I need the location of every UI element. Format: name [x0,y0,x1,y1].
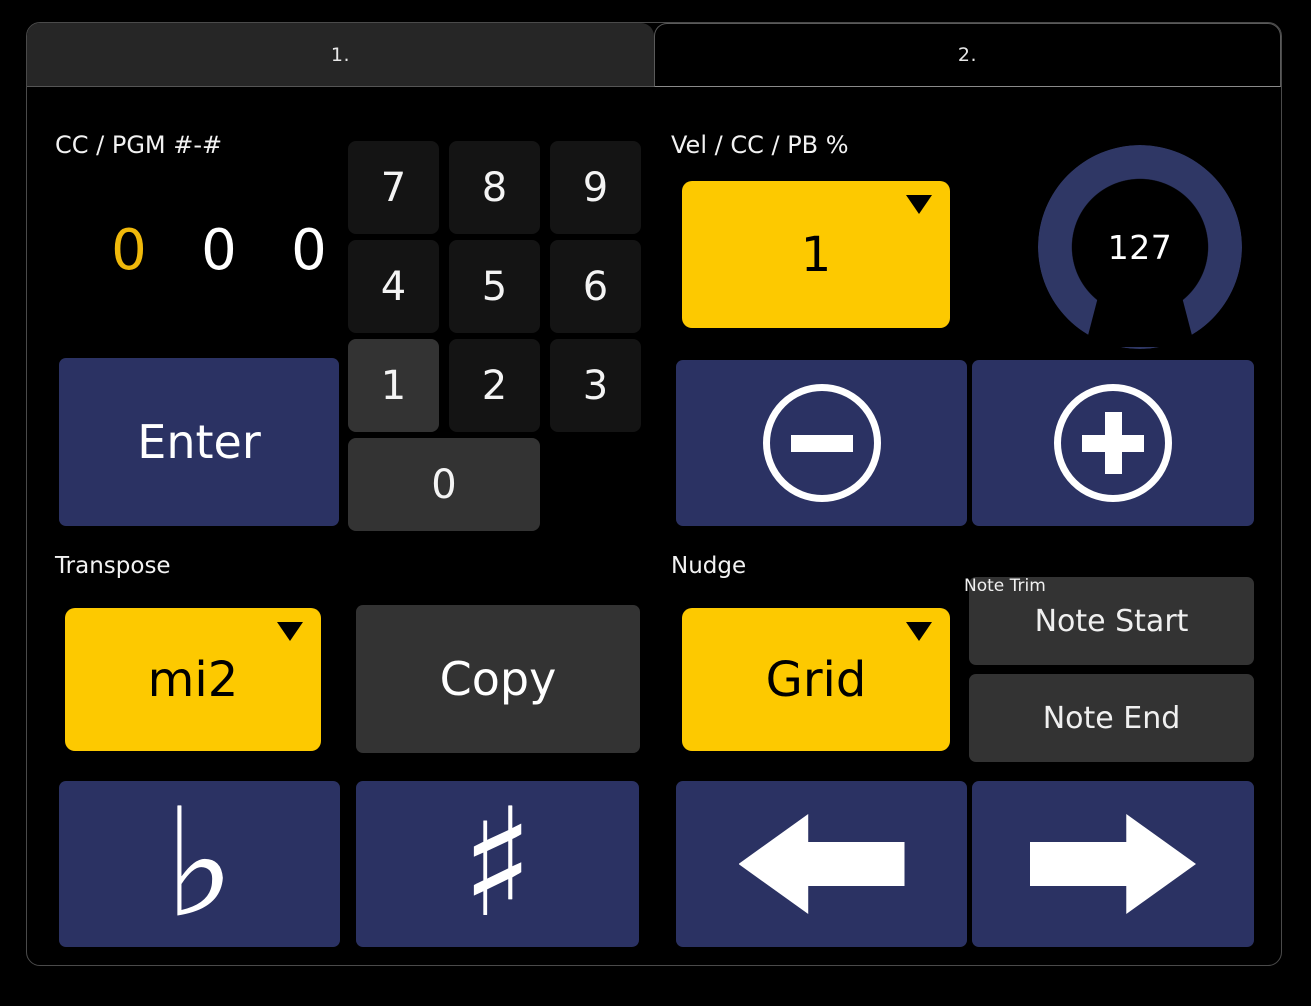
numpad-key-4[interactable]: 4 [348,240,439,333]
numpad-key-5-label: 5 [481,263,508,310]
numpad-key-2-label: 2 [481,362,508,409]
numpad-key-8-label: 8 [481,164,508,211]
decrement-button[interactable] [676,360,967,526]
tab-1[interactable]: 1. [27,23,654,87]
cc-pgm-digit-3[interactable]: 0 [279,218,339,283]
note-end-button[interactable]: Note End [969,674,1254,762]
nudge-resolution-dropdown[interactable]: Grid [682,608,950,751]
sharp-icon: ♯ [461,777,534,951]
numpad-key-6[interactable]: 6 [550,240,641,333]
numpad-key-7[interactable]: 7 [348,141,439,234]
numpad-key-7-label: 7 [380,164,407,211]
transpose-interval-dropdown[interactable]: mi2 [65,608,321,751]
chevron-down-icon [277,622,303,641]
panel-content: CC / PGM #-# 0 0 0 7 8 9 4 5 6 1 2 3 0 E… [27,87,1281,967]
numpad-key-1[interactable]: 1 [348,339,439,432]
copy-button-label: Copy [439,652,557,706]
midi-editor-panel: 1. 2. CC / PGM #-# 0 0 0 7 8 9 4 5 6 1 2… [26,22,1282,966]
note-start-button-label: Note Start [1034,603,1189,639]
tab-2-label: 2. [957,44,978,66]
enter-button-label: Enter [137,415,261,469]
cc-pgm-section-label: CC / PGM #-# [55,131,223,159]
copy-button[interactable]: Copy [356,605,640,753]
arrow-left-icon [738,814,905,914]
enter-button[interactable]: Enter [59,358,339,526]
vel-cc-pb-target-dropdown[interactable]: 1 [682,181,950,328]
chevron-down-icon [906,622,932,641]
numpad-key-1-label: 1 [380,362,407,409]
minus-circle-icon [762,384,881,502]
numpad-key-6-label: 6 [582,263,609,310]
vel-cc-pb-section-label: Vel / CC / PB % [671,131,849,159]
note-end-button-label: Note End [1042,700,1181,736]
increment-button[interactable] [972,360,1254,526]
vel-cc-pb-knob[interactable]: 127 [1038,145,1242,349]
numpad-key-2[interactable]: 2 [449,339,540,432]
chevron-down-icon [906,195,932,214]
tab-2[interactable]: 2. [654,23,1281,87]
numpad-key-0-label: 0 [431,461,457,508]
note-trim-section-label: Note Trim [964,576,1046,596]
flat-icon: ♭ [164,777,235,951]
numpad-key-9[interactable]: 9 [550,141,641,234]
knob-value: 127 [1107,227,1173,267]
nudge-resolution-value: Grid [765,651,867,708]
numpad-key-4-label: 4 [380,263,407,310]
numpad-key-0[interactable]: 0 [348,438,540,531]
transpose-flat-button[interactable]: ♭ [59,781,340,947]
nudge-right-button[interactable] [972,781,1254,947]
transpose-sharp-button[interactable]: ♯ [356,781,639,947]
cc-pgm-digit-1[interactable]: 0 [99,218,159,283]
numpad-key-9-label: 9 [582,164,609,211]
numpad-key-3-label: 3 [582,362,609,409]
plus-circle-icon [1054,384,1172,502]
vel-cc-pb-target-value: 1 [800,226,832,283]
tab-bar: 1. 2. [27,23,1281,87]
numpad-key-5[interactable]: 5 [449,240,540,333]
transpose-section-label: Transpose [55,553,171,579]
cc-pgm-digit-2[interactable]: 0 [189,218,249,283]
tab-1-label: 1. [330,43,351,66]
nudge-section-label: Nudge [671,553,747,579]
numpad-key-3[interactable]: 3 [550,339,641,432]
transpose-interval-value: mi2 [147,651,239,708]
nudge-left-button[interactable] [676,781,967,947]
arrow-right-icon [1030,814,1196,914]
numpad-key-8[interactable]: 8 [449,141,540,234]
